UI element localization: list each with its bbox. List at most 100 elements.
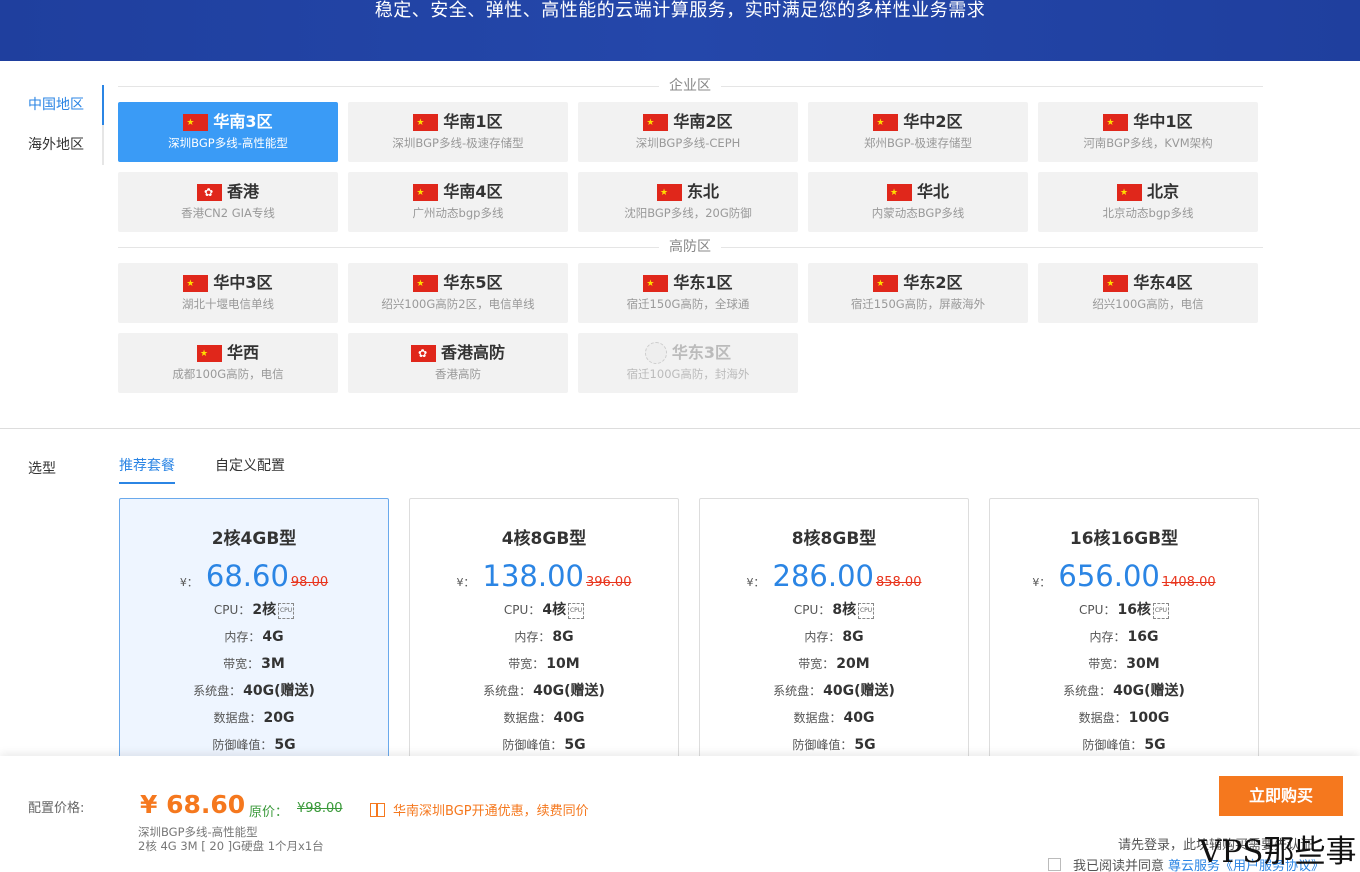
spec-value: 4核 (542, 602, 567, 618)
zone-card[interactable]: 华南3区深圳BGP多线-高性能型 (118, 102, 338, 162)
zone-card[interactable]: 华南1区深圳BGP多线-极速存储型 (348, 102, 568, 162)
spec-row-cpu: CPU： 16核 CPU (990, 597, 1258, 624)
zone-card[interactable]: 华北内蒙动态BGP多线 (808, 172, 1028, 232)
zone-name: 北京 (1146, 182, 1179, 201)
plan-price: 68.60 (205, 559, 289, 593)
original-price: ¥98.00 (297, 801, 343, 816)
spec-row-bw: 带宽： 10M (410, 651, 678, 678)
zone-card[interactable]: 华东2区宿迁150G高防，屏蔽海外 (808, 263, 1028, 323)
zone-desc: 内蒙动态BGP多线 (871, 206, 965, 220)
spec-label: 带宽： (223, 657, 260, 671)
region-tabs: 中国地区 海外地区 (0, 85, 104, 165)
zone-name: 华东2区 (903, 273, 963, 292)
zone-card[interactable]: 华中2区郑州BGP-极速存储型 (808, 102, 1028, 162)
zone-name: 华南3区 (213, 112, 273, 131)
cn-flag-icon (413, 182, 439, 204)
zone-desc: 深圳BGP多线-CEPH (635, 136, 741, 150)
spec-row-cpu: CPU： 8核 CPU (700, 597, 968, 624)
zone-name: 东北 (686, 182, 719, 201)
enterprise-zone-title: 企业区 (659, 78, 721, 94)
zone-name: 华南4区 (443, 182, 503, 201)
zone-card[interactable]: 华东4区绍兴100G高防，电信 (1038, 263, 1258, 323)
currency-label: ¥： (1032, 576, 1051, 589)
spec-label: 内存： (804, 630, 841, 644)
zone-card[interactable]: 华中3区湖北十堰电信单线 (118, 263, 338, 323)
zone-card: 华东3区 宿迁100G高防，封海外 (578, 333, 798, 393)
cn-flag-icon (656, 182, 682, 204)
zone-card[interactable]: 东北沈阳BGP多线，20G防御 (578, 172, 798, 232)
zone-card[interactable]: 华南4区广州动态bgp多线 (348, 172, 568, 232)
spec-label: 系统盘： (773, 684, 822, 698)
zone-card[interactable]: 华西成都100G高防，电信 (118, 333, 338, 393)
zone-desc: 广州动态bgp多线 (412, 206, 504, 220)
cn-flag-icon (183, 112, 209, 134)
zone-name: 华中1区 (1133, 112, 1193, 131)
zone-card[interactable]: 北京北京动态bgp多线 (1038, 172, 1258, 232)
spec-value: 5G (1144, 737, 1166, 753)
cn-flag-icon (1116, 182, 1142, 204)
config-price-label: 配置价格: (28, 801, 85, 816)
zone-card[interactable]: 华中1区河南BGP多线，KVM架构 (1038, 102, 1258, 162)
spec-row-sys: 系统盘： 40G(赠送) (410, 678, 678, 705)
plan-card[interactable]: 8核8GB型 ¥： 286.00 858.00 CPU： 8核 CPU 内存： 8G 带宽： 20M… (699, 498, 969, 778)
zone-card[interactable]: 香港香港CN2 GIA专线 (118, 172, 338, 232)
spec-label: 数据盘： (213, 711, 262, 725)
spec-row-ddos: 防御峰值： 5G (700, 732, 968, 759)
zone-card[interactable]: 华南2区深圳BGP多线-CEPH (578, 102, 798, 162)
zone-card[interactable]: 华东1区宿迁150G高防，全球通 (578, 263, 798, 323)
buy-now-button[interactable]: 立即购买 (1219, 776, 1343, 816)
spec-label: 防御峰值： (792, 738, 853, 752)
plan-card[interactable]: 4核8GB型 ¥： 138.00 396.00 CPU： 4核 CPU 内存： 8G 带宽： 10M… (409, 498, 679, 778)
plan-title: 8核8GB型 (791, 529, 877, 549)
currency-label: ¥： (456, 576, 475, 589)
tab-custom-config[interactable]: 自定义配置 (215, 455, 285, 484)
zone-desc: 沈阳BGP多线，20G防御 (624, 206, 752, 220)
config-price: ¥ 68.60 (140, 790, 246, 819)
spec-label: 防御峰值： (1082, 738, 1143, 752)
hk-flag-icon (410, 344, 436, 362)
spec-value: 30M (1126, 656, 1160, 672)
cn-flag-icon (643, 273, 669, 295)
spec-label: CPU： (503, 603, 541, 617)
spec-value: 20G (263, 710, 295, 726)
zone-desc: 香港CN2 GIA专线 (181, 206, 275, 220)
agree-checkbox[interactable] (1048, 858, 1061, 871)
spec-value: 8G (552, 629, 574, 645)
plan-title: 2核4GB型 (211, 529, 297, 549)
original-price-label: 原价： (249, 805, 289, 820)
tab-recommended-plans[interactable]: 推荐套餐 (119, 455, 175, 484)
banner-title: 稳定、安全、弹性、高性能的云端计算服务，实时满足您的多样性业务需求 (374, 0, 986, 21)
spec-row-mem: 内存： 16G (990, 624, 1258, 651)
cn-flag-icon (643, 112, 669, 134)
plan-original-price: 396.00 (585, 575, 632, 590)
spec-row-data: 数据盘： 100G (990, 705, 1258, 732)
selection-label: 选型 (28, 461, 56, 477)
zone-desc: 宿迁150G高防，屏蔽海外 (850, 297, 986, 311)
spec-value: 3M (261, 656, 285, 672)
plan-price: 138.00 (482, 559, 584, 593)
agree-text: 我已阅读并同意 (1073, 859, 1165, 872)
zone-name: 华东3区 (671, 343, 732, 362)
promo-note: 华南深圳BGP开通优惠，续费同价 (370, 800, 589, 819)
zone-desc: 深圳BGP多线-高性能型 (168, 136, 288, 150)
spec-label: 系统盘： (483, 684, 532, 698)
plan-card[interactable]: 2核4GB型 ¥： 68.60 98.00 CPU： 2核 CPU 内存： 4G 带宽： 3M 系统盘… (119, 498, 389, 778)
ddos-zone-title: 高防区 (659, 239, 721, 255)
cn-flag-icon (413, 273, 439, 295)
spec-value: 40G (843, 710, 875, 726)
spec-row-ddos: 防御峰值： 5G (990, 732, 1258, 759)
zone-desc: 成都100G高防，电信 (172, 367, 284, 381)
zone-card[interactable]: 香港高防香港高防 (348, 333, 568, 393)
zone-name: 华南1区 (443, 112, 503, 131)
spec-value: 10M (546, 656, 580, 672)
plan-original-price: 858.00 (875, 575, 922, 590)
spec-label: 带宽： (798, 657, 835, 671)
zone-name: 华东1区 (673, 273, 733, 292)
plan-card[interactable]: 16核16GB型 ¥： 656.00 1408.00 CPU： 16核 CPU 内存： 16G 带… (989, 498, 1259, 778)
zone-card[interactable]: 华东5区绍兴100G高防2区，电信单线 (348, 263, 568, 323)
spec-label: 数据盘： (503, 711, 552, 725)
tab-overseas-region[interactable]: 海外地区 (0, 125, 104, 165)
cpu-icon: CPU (858, 602, 875, 619)
zone-desc: 深圳BGP多线-极速存储型 (392, 136, 524, 150)
spec-row-ddos: 防御峰值： 5G (410, 732, 678, 759)
